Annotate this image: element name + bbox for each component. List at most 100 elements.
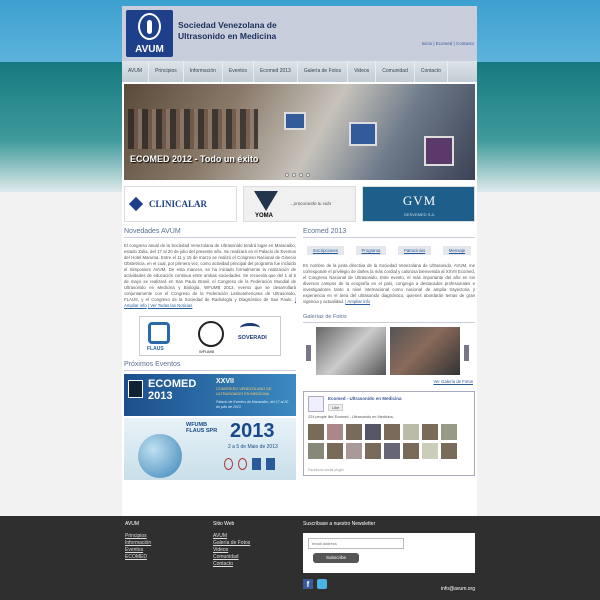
nav-informacion[interactable]: Información (184, 61, 223, 82)
ecomed-banner-desc: CONGRESO VENEZOLANO DE ULTRASONIDO EN ME… (216, 387, 272, 396)
fan-avatar[interactable] (346, 424, 362, 440)
fan-avatar[interactable] (308, 443, 324, 459)
facebook-page-name[interactable]: Ecomed - Ultrasonido en Medicina (328, 396, 402, 401)
ecomed-banner-title: ECOMED 2013 (148, 378, 197, 402)
fan-avatar[interactable] (327, 424, 343, 440)
gallery-photo[interactable] (390, 327, 460, 375)
site-header: AVUM Sociedad Venezolana de Ultrasonido … (122, 6, 477, 61)
logo-abbr: AVUM (135, 44, 164, 55)
fan-avatar[interactable] (365, 443, 381, 459)
avum-small-logo-icon (128, 380, 143, 398)
nav-principios[interactable]: Principios (149, 61, 184, 82)
footer-link[interactable]: Videos (213, 547, 250, 554)
ecomed-text: En nombre de la junta directiva de la So… (303, 263, 475, 304)
facebook-fans (308, 424, 457, 459)
hero-ultrasound-screen (424, 136, 454, 166)
wfumb-logo-icon (198, 321, 224, 347)
facebook-plugin-note: Facebook social plugin (308, 468, 344, 472)
footer-link[interactable]: Comunidad (213, 554, 250, 561)
avum-logo[interactable]: AVUM (126, 10, 173, 57)
facebook-like-button[interactable]: Like (328, 404, 344, 411)
sponsor-gvm[interactable]: GVM GESVEMED S.A. (362, 186, 475, 222)
ecomed-tabs: Inscripciones Programa Patrocinios Mensa… (303, 246, 475, 255)
fan-avatar[interactable] (403, 443, 419, 459)
slideshow-dots[interactable] (285, 173, 310, 177)
news-text: El congreso anual de la Sociedad Venezol… (124, 243, 296, 302)
soveradi-logo-icon (240, 323, 260, 333)
nav-eventos[interactable]: Eventos (223, 61, 254, 82)
logo-figure-icon (138, 13, 161, 40)
gallery-next-arrow-icon[interactable] (464, 345, 469, 361)
nav-ecomed[interactable]: Ecomed 2013 (254, 61, 298, 82)
footer-link[interactable]: Eventos (125, 547, 151, 554)
footer-link[interactable]: Contacto (213, 561, 250, 568)
fan-avatar[interactable] (346, 443, 362, 459)
ecomed-banner-place: Palacio de Eventos de Maracaibo, del 17 … (216, 400, 289, 409)
sponsor-name: YOMA (255, 213, 273, 219)
footer-col2-title: Sitio Web (213, 521, 235, 527)
ecomed-body: En nombre de la junta directiva de la So… (303, 263, 475, 305)
fan-avatar[interactable] (327, 443, 343, 459)
wfumb-banner[interactable]: WFUMB FLAUS SPR 2013 2 a 5 de Maio de 20… (124, 418, 296, 480)
gallery-title: Galerías de Fotos (303, 314, 475, 323)
subscribe-button[interactable]: Subscribe (313, 553, 359, 563)
tab-patrocinios[interactable]: Patrocinios (398, 246, 432, 255)
clinicalar-logo-icon (128, 196, 144, 212)
gallery-photo[interactable] (316, 327, 386, 375)
footer-link[interactable]: AVUM (213, 533, 250, 540)
wfumb-banner-year: 2013 (230, 420, 275, 442)
nav-avum[interactable]: AVUM (122, 61, 150, 82)
top-links[interactable]: Inicio | Ecomed | Contacto (422, 41, 474, 46)
nav-galeria[interactable]: Galería de Fotos (298, 61, 349, 82)
main-nav: AVUM Principios Información Eventos Ecom… (122, 61, 477, 82)
fan-avatar[interactable] (422, 443, 438, 459)
yoma-logo-icon (254, 191, 278, 211)
fan-avatar[interactable] (422, 424, 438, 440)
nav-comunidad[interactable]: Comunidad (376, 61, 415, 82)
footer-col1-title: AVUM (125, 521, 140, 527)
partner-name: SOVERADI (238, 335, 267, 341)
newsletter-email-input[interactable] (308, 538, 404, 549)
sponsor-yoma[interactable]: YOMA ...procurando tu vida (243, 186, 356, 222)
wfumb-banner-dates: 2 a 5 de Maio de 2013 (228, 444, 278, 450)
facebook-page-avatar[interactable] (308, 396, 324, 412)
ecomed-banner[interactable]: ECOMED 2013 XXVII CONGRESO VENEZOLANO DE… (124, 374, 296, 416)
nav-contacto[interactable]: Contacto (415, 61, 448, 82)
sponsor-sub: GESVEMED S.A. (403, 212, 436, 217)
footer-link[interactable]: Galería de Fotos (213, 540, 250, 547)
fan-avatar[interactable] (365, 424, 381, 440)
tab-inscripciones[interactable]: Inscripciones (306, 246, 344, 255)
wfumb-banner-title: WFUMB FLAUS SPR (186, 422, 218, 434)
tab-mensaje[interactable]: Mensaje (442, 246, 472, 255)
facebook-icon[interactable]: f (303, 579, 313, 589)
gallery-link[interactable]: Ver Galería de Fotos (433, 379, 473, 384)
nav-videos[interactable]: Videos (348, 61, 377, 82)
hero-slideshow[interactable]: ECOMED 2012 - Todo un éxito (124, 84, 475, 180)
fan-avatar[interactable] (403, 424, 419, 440)
footer-sitio-web: Sitio Web AVUM Galería de Fotos Videos C… (213, 521, 250, 568)
partner-name: FLAUS (147, 346, 164, 352)
fan-avatar[interactable] (441, 424, 457, 440)
fan-avatar[interactable] (441, 443, 457, 459)
footer-link[interactable]: ECOMED (125, 554, 151, 561)
footer-link[interactable]: Principios (125, 533, 151, 540)
fan-avatar[interactable] (384, 424, 400, 440)
twitter-icon[interactable] (317, 579, 327, 589)
fan-avatar[interactable] (308, 424, 324, 440)
footer-newsletter: Suscríbase a nuestro Newsletter Subscrib… (303, 521, 475, 592)
hero-caption: ECOMED 2012 - Todo un éxito (130, 154, 259, 164)
tab-programa[interactable]: Programa (355, 246, 387, 255)
ecomed-more-link[interactable]: | Ampliar info (345, 299, 370, 304)
footer-background (0, 516, 600, 600)
all-news-link[interactable]: | Ver Todas las Noticias (148, 303, 193, 308)
footer-avum: AVUM Principios Información Eventos ECOM… (125, 521, 151, 561)
news-body: El congreso anual de la Sociedad Venezol… (124, 243, 296, 309)
contact-email[interactable]: info@avum.org (441, 586, 475, 592)
footer-link[interactable]: Información (125, 540, 151, 547)
gallery-prev-arrow-icon[interactable] (306, 345, 311, 361)
partner-name: WFUMB (199, 349, 215, 354)
globe-icon (138, 434, 182, 478)
fan-avatar[interactable] (384, 443, 400, 459)
sponsor-clinicalar[interactable]: CLINICALAR (124, 186, 237, 222)
facebook-widget: Ecomed - Ultrasonido en Medicina Like 22… (303, 391, 475, 476)
